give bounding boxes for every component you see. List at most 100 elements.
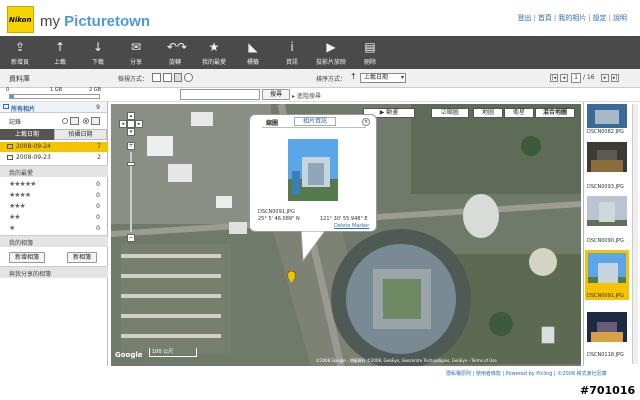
thumbnail-1[interactable] — [587, 142, 627, 172]
down-arrow-icon: ↓ — [92, 40, 104, 54]
page-total: / 16 — [583, 74, 595, 81]
last-page-icon[interactable]: ▸| — [611, 74, 619, 82]
toolbar-info-button[interactable]: i 資訊 — [272, 36, 312, 69]
rating-3-stars[interactable]: ★★★ — [9, 202, 26, 210]
street-view-icon[interactable] — [541, 326, 555, 344]
thumbnail-scrollbar[interactable] — [632, 104, 638, 364]
nikon-logo-text: Nikon — [9, 16, 32, 24]
list-view-icon[interactable] — [152, 73, 161, 82]
toolbar-slideshow-button[interactable]: ▶ 投影片放映 — [311, 36, 351, 69]
rating-4-count: 0 — [96, 192, 100, 199]
nikon-logo[interactable]: Nikon — [7, 6, 34, 33]
rating-1-stars[interactable]: ★ — [9, 224, 15, 232]
toolbar-label: 刪除 — [363, 59, 376, 66]
thumbnail-toggle[interactable]: ☑縮圖 — [431, 108, 469, 118]
link-my-photos[interactable]: 我的相片 — [558, 14, 586, 22]
new-album-button[interactable]: 新增相簿 — [9, 252, 45, 263]
records-list-radio-selected[interactable] — [83, 118, 89, 124]
toolbar-delete-button[interactable]: ▤ 刪除 — [350, 36, 390, 69]
records-list-icon[interactable] — [91, 117, 100, 125]
grid-view-icon[interactable] — [163, 73, 172, 82]
toolbar-upload-button[interactable]: ↑ 上載 — [40, 36, 80, 69]
link-help[interactable]: 說明 — [613, 14, 627, 22]
app-header: Nikon my Picturetown 登出 | 首頁 | 我的相片 | 設定 | 說明 — [0, 0, 640, 36]
zoom-in-icon[interactable]: + — [127, 142, 135, 150]
sort-direction-icon[interactable]: ↑ — [350, 72, 357, 81]
albums-header[interactable]: 我的相簿 — [0, 235, 108, 247]
calendar-icon — [7, 155, 13, 160]
next-page-icon[interactable]: ▸ — [601, 74, 609, 82]
popup-tab-thumbnail[interactable]: 縮圖 — [266, 118, 278, 127]
map-pan-control[interactable]: ▴ ◂ ▸ ▾ — [119, 112, 143, 138]
calendar-view-icon[interactable] — [174, 73, 182, 82]
rating-2-count: 0 — [96, 214, 100, 221]
rating-2-stars[interactable]: ★★ — [9, 213, 21, 221]
rating-4-stars[interactable]: ★★★★ — [9, 191, 31, 199]
brand-prefix: my — [40, 13, 65, 30]
pan-right-icon[interactable]: ▸ — [135, 120, 143, 128]
thumbnail-label: DSCN0090.JPG — [587, 238, 624, 244]
zoom-out-icon[interactable]: − — [127, 234, 135, 242]
prev-page-icon[interactable]: ◂ — [560, 74, 568, 82]
folder-icon — [3, 104, 9, 109]
all-photos-count: 9 — [96, 104, 100, 111]
records-list-radio[interactable] — [62, 118, 68, 124]
map-marker-icon[interactable] — [287, 270, 296, 283]
records-calendar-icon[interactable] — [70, 117, 79, 125]
map-view-icon[interactable] — [184, 73, 193, 82]
thumbnail-label: DSCN0082.JPG — [587, 129, 624, 135]
thumbnail-4[interactable] — [587, 312, 627, 342]
toolbar-favorite-button[interactable]: ★ 我的最愛 — [194, 36, 234, 69]
shared-albums-header[interactable]: 與我分享的相簿 — [0, 266, 108, 278]
link-settings[interactable]: 設定 — [593, 14, 607, 22]
trash-icon: ▤ — [364, 40, 376, 54]
date-count: 7 — [97, 143, 101, 150]
footer-links[interactable]: 隱私權原則 | 使用者條款 | Powered by Picling | ©20… — [446, 370, 607, 377]
toolbar-download-button[interactable]: ↓ 下載 — [78, 36, 118, 69]
pan-down-icon[interactable]: ▾ — [127, 128, 135, 136]
toolbar-rotate-button[interactable]: ↶↷ 旋轉 — [155, 36, 195, 69]
tab-upload-date[interactable]: 上載日期 — [0, 129, 54, 140]
pan-center-icon[interactable] — [127, 120, 135, 128]
pan-left-icon[interactable]: ◂ — [119, 120, 127, 128]
delete-marker-link[interactable]: Delete Marker — [334, 223, 369, 229]
info-icon: i — [290, 40, 294, 54]
google-logo: Google — [115, 351, 143, 359]
pan-up-icon[interactable]: ▴ — [127, 112, 135, 120]
map-type-satellite-button[interactable]: 衛星 — [504, 108, 534, 118]
date-label: 2008-09-24 — [16, 143, 51, 150]
map-type-hybrid-button[interactable]: 混合地圖 — [535, 108, 575, 118]
thumbnail-3[interactable] — [588, 253, 628, 283]
search-button[interactable]: 搜尋 — [262, 89, 290, 100]
zoom-slider-handle[interactable] — [127, 162, 135, 166]
date-label: 2008-09-23 — [16, 154, 51, 161]
search-input[interactable] — [180, 89, 260, 100]
new-folder-button[interactable]: 新相簿 — [67, 252, 97, 263]
popup-photo-thumbnail[interactable] — [288, 139, 338, 201]
link-logout[interactable]: 登出 — [518, 14, 532, 22]
date-row-selected[interactable]: 2008-09-24 7 — [0, 142, 108, 152]
first-page-icon[interactable]: |◂ — [550, 74, 558, 82]
brand-title[interactable]: my Picturetown — [40, 13, 150, 30]
thumbnail-2[interactable] — [587, 196, 627, 226]
map-view[interactable]: ▴ ◂ ▸ ▾ + − ▶ 動畫 ☑縮圖 地圖 衛星 混合地圖 縮圖 相片資訊 … — [111, 104, 581, 366]
link-home[interactable]: 首頁 — [538, 14, 552, 22]
advanced-search-link[interactable]: ▸ 進階搜尋 — [292, 91, 321, 100]
toolbar-tag-button[interactable]: ◣ 標籤 — [233, 36, 273, 69]
popup-tab-info[interactable]: 相片資訊 — [294, 117, 336, 126]
tag-icon: ◣ — [248, 40, 258, 54]
tab-shoot-date[interactable]: 拍攝日期 — [54, 129, 107, 140]
map-type-map-button[interactable]: 地圖 — [473, 108, 503, 118]
toolbar-share-button[interactable]: ✉ 分享 — [116, 36, 156, 69]
rating-5-stars[interactable]: ★★★★★ — [9, 180, 36, 188]
all-photos-item[interactable]: 所有相片 9 — [0, 102, 107, 113]
page-input[interactable]: 1 — [571, 73, 581, 83]
popup-divider — [262, 127, 366, 128]
all-photos-label: 所有相片 — [11, 106, 36, 113]
toolbar-new-page-button[interactable]: ⇪ 新增頁 — [0, 36, 40, 69]
sort-select[interactable]: 上載日期 ▾ — [360, 73, 406, 83]
close-icon[interactable]: × — [362, 118, 370, 126]
date-row[interactable]: 2008-09-23 2 — [0, 153, 108, 163]
favorites-header[interactable]: 我的最愛 — [0, 165, 108, 177]
sort-bar: 資料庫 檢視方式： 排序方式： ↑ 上載日期 ▾ |◂ ◂ 1 / 16 ▸ ▸| — [0, 69, 640, 88]
